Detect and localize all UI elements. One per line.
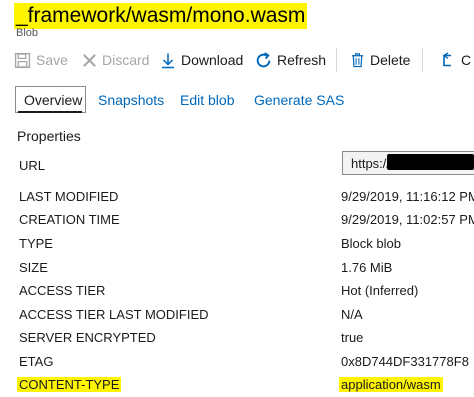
content-type-value: application/wasm [339, 377, 443, 392]
toolbar-separator [336, 48, 337, 72]
delete-button[interactable]: Delete [350, 50, 410, 70]
access-tier-last-modified-label: ACCESS TIER LAST MODIFIED [19, 307, 209, 322]
overflow-button[interactable]: C [440, 50, 474, 70]
refresh-button[interactable]: Refresh [255, 50, 326, 70]
type-value: Block blob [341, 236, 401, 251]
access-tier-value: Hot (Inferred) [341, 283, 419, 298]
creation-time-value: 9/29/2019, 11:02:57 PM [341, 212, 474, 227]
access-tier-label: ACCESS TIER [19, 283, 106, 298]
tab-active-indicator [18, 111, 82, 113]
close-icon [83, 53, 96, 67]
save-button[interactable]: Save [14, 50, 68, 70]
url-value: https:// [351, 156, 391, 171]
download-icon [162, 53, 174, 68]
url-label: URL [19, 158, 46, 173]
content-type-label: CONTENT-TYPE [17, 377, 122, 392]
save-icon [14, 52, 31, 68]
type-label: TYPE [19, 236, 53, 251]
tab-edit-blob[interactable]: Edit blob [180, 92, 234, 108]
etag-value: 0x8D744DF331778F8 [341, 354, 469, 369]
discard-button[interactable]: Discard [82, 50, 149, 70]
server-encrypted-label: SERVER ENCRYPTED [19, 330, 156, 345]
access-tier-last-modified-value: N/A [341, 307, 363, 322]
redaction-mark [387, 154, 474, 170]
download-button[interactable]: Download [160, 50, 243, 70]
page-title: _framework/wasm/mono.wasm [14, 3, 308, 29]
refresh-icon [256, 51, 271, 67]
tab-generate-sas[interactable]: Generate SAS [254, 92, 344, 108]
tab-snapshots[interactable]: Snapshots [98, 92, 164, 108]
size-label: SIZE [19, 260, 48, 275]
trash-icon [351, 53, 364, 68]
save-label: Save [36, 52, 68, 68]
last-modified-label: LAST MODIFIED [19, 189, 119, 204]
change-tier-icon [442, 51, 451, 66]
overflow-label: C [461, 52, 472, 68]
creation-time-label: CREATION TIME [19, 212, 120, 227]
download-label: Download [181, 52, 244, 68]
last-modified-value: 9/29/2019, 11:16:12 PM [341, 189, 474, 204]
discard-label: Discard [102, 52, 150, 68]
page-subtitle: Blob [16, 27, 39, 39]
size-value: 1.76 MiB [341, 260, 393, 275]
etag-label: ETAG [19, 354, 54, 369]
refresh-label: Refresh [277, 52, 327, 68]
toolbar-separator [422, 48, 423, 72]
server-encrypted-value: true [341, 330, 364, 345]
delete-label: Delete [370, 52, 411, 68]
tab-overview[interactable]: Overview [24, 92, 82, 108]
properties-heading: Properties [17, 128, 81, 144]
